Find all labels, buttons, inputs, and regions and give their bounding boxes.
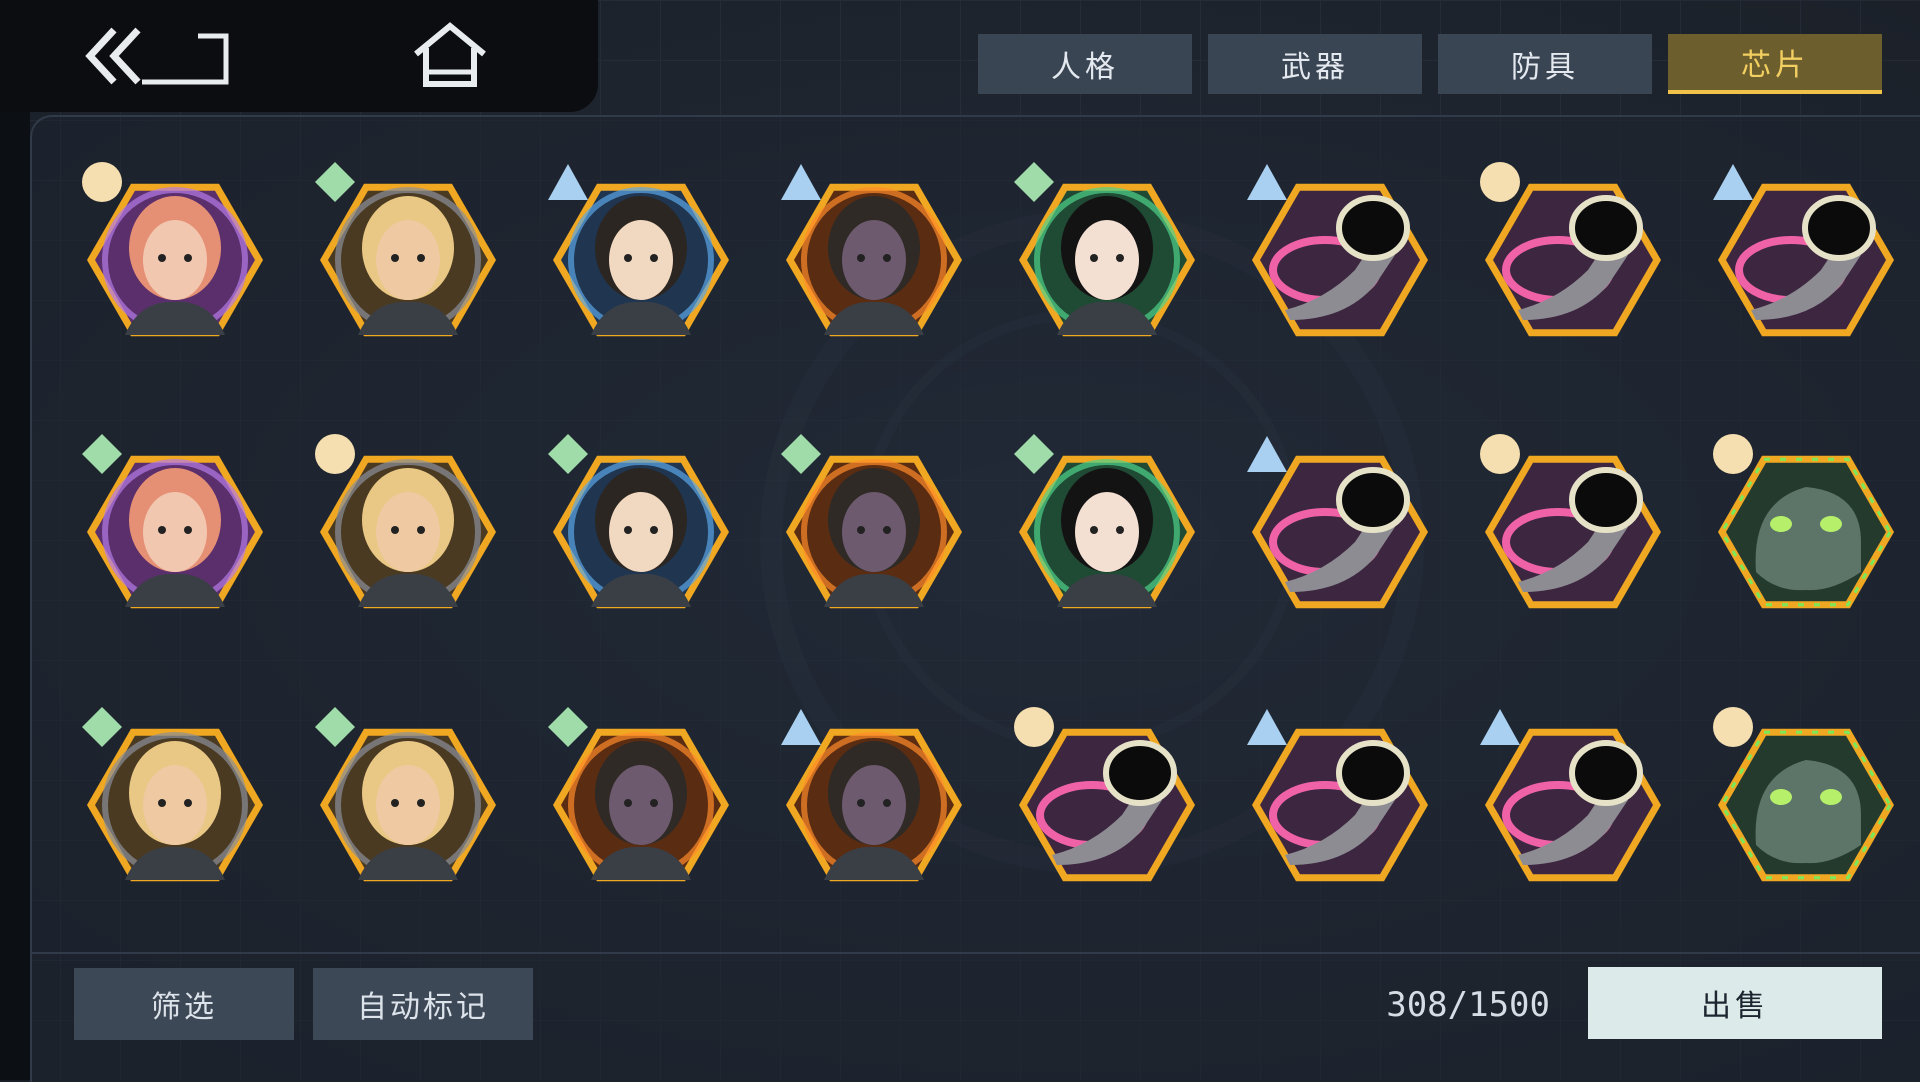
chip-item[interactable]: [1711, 432, 1901, 622]
rarity-circle-icon: [1480, 434, 1520, 474]
rarity-triangle-icon: [1247, 436, 1287, 472]
rarity-circle-icon: [1014, 707, 1054, 747]
rarity-triangle-icon: [1247, 709, 1287, 745]
rarity-diamond-icon: [1014, 162, 1054, 202]
tab-weapon[interactable]: 武器: [1208, 34, 1422, 94]
tab-chip[interactable]: 芯片: [1668, 34, 1882, 94]
rarity-triangle-icon: [1480, 709, 1520, 745]
rarity-diamond-icon: [1014, 434, 1054, 474]
chip-item[interactable]: [546, 705, 736, 895]
chip-item[interactable]: [1478, 432, 1668, 622]
left-edge-strip: [0, 0, 30, 1080]
chip-item[interactable]: [80, 705, 270, 895]
rarity-triangle-icon: [548, 164, 588, 200]
rarity-circle-icon: [315, 434, 355, 474]
tab-personality[interactable]: 人格: [978, 34, 1192, 94]
chip-item[interactable]: [313, 432, 503, 622]
rarity-diamond-icon: [315, 707, 355, 747]
filter-button[interactable]: 筛选: [74, 968, 294, 1040]
chip-item[interactable]: [1711, 160, 1901, 350]
rarity-triangle-icon: [1713, 164, 1753, 200]
chip-item[interactable]: [546, 160, 736, 350]
rarity-diamond-icon: [315, 162, 355, 202]
chip-item[interactable]: [80, 432, 270, 622]
bottom-divider: [30, 952, 1920, 954]
rarity-circle-icon: [1480, 162, 1520, 202]
rarity-circle-icon: [1713, 434, 1753, 474]
rarity-diamond-icon: [548, 707, 588, 747]
chip-item[interactable]: [546, 432, 736, 622]
chip-item[interactable]: [313, 160, 503, 350]
back-button[interactable]: [80, 20, 240, 92]
chip-item[interactable]: [1245, 160, 1435, 350]
chip-item[interactable]: [1012, 160, 1202, 350]
chip-item[interactable]: [1012, 432, 1202, 622]
sell-button[interactable]: 出售: [1588, 967, 1882, 1039]
chip-item[interactable]: [779, 160, 969, 350]
auto-mark-button[interactable]: 自动标记: [313, 968, 533, 1040]
chip-item[interactable]: [779, 432, 969, 622]
tab-armor[interactable]: 防具: [1438, 34, 1652, 94]
inventory-count: 308/1500: [1386, 985, 1550, 1025]
rarity-diamond-icon: [548, 434, 588, 474]
home-button[interactable]: [410, 20, 490, 92]
rarity-triangle-icon: [781, 164, 821, 200]
chip-item[interactable]: [1478, 160, 1668, 350]
chip-item[interactable]: [1711, 705, 1901, 895]
chip-item[interactable]: [1478, 705, 1668, 895]
rarity-diamond-icon: [781, 434, 821, 474]
rarity-diamond-icon: [82, 707, 122, 747]
double-chevron-left-icon: [85, 27, 229, 85]
rarity-diamond-icon: [82, 434, 122, 474]
rarity-circle-icon: [82, 162, 122, 202]
top-nav-bar: [0, 0, 598, 112]
rarity-circle-icon: [1713, 707, 1753, 747]
chip-item[interactable]: [1245, 705, 1435, 895]
chip-item[interactable]: [779, 705, 969, 895]
home-icon: [414, 22, 486, 87]
chip-item[interactable]: [313, 705, 503, 895]
chip-item[interactable]: [1012, 705, 1202, 895]
rarity-triangle-icon: [781, 709, 821, 745]
chip-item[interactable]: [1245, 432, 1435, 622]
rarity-triangle-icon: [1247, 164, 1287, 200]
chip-item[interactable]: [80, 160, 270, 350]
